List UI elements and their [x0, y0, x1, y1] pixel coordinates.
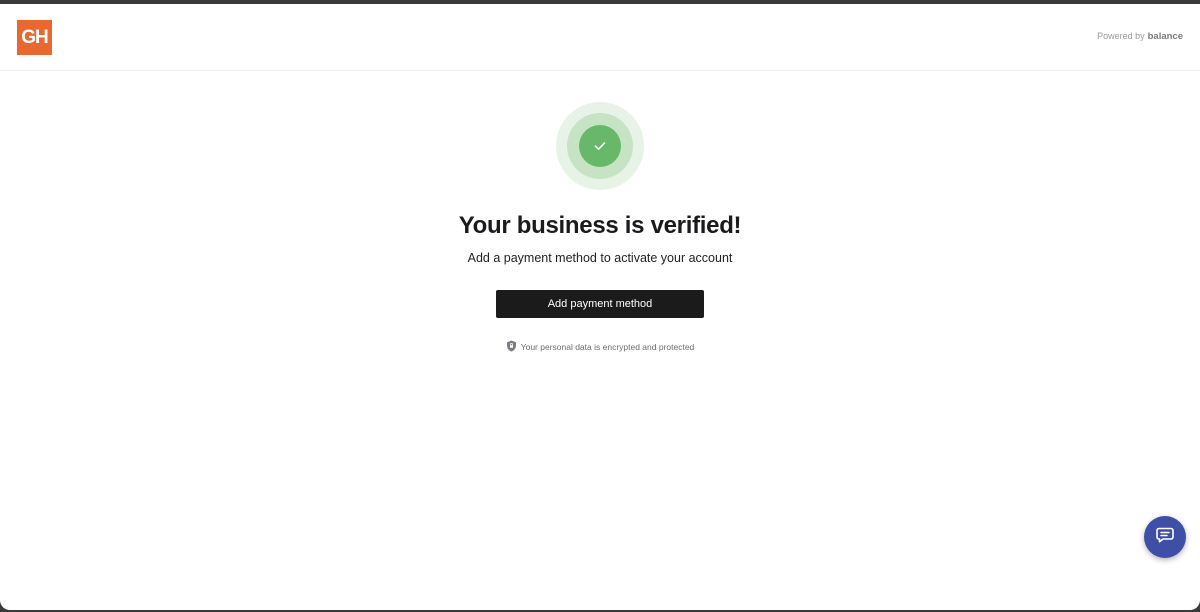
verified-badge — [556, 102, 644, 190]
powered-by-label: Powered by — [1097, 31, 1145, 41]
check-icon — [579, 125, 621, 167]
chat-icon — [1156, 527, 1174, 548]
security-note-text: Your personal data is encrypted and prot… — [520, 342, 695, 352]
page-title: Your business is verified! — [458, 212, 742, 239]
chat-button[interactable] — [1144, 516, 1186, 558]
app-window: GH Powered by balance Your business is v… — [0, 4, 1200, 610]
security-note: Your personal data is encrypted and prot… — [0, 340, 1200, 354]
logo: GH — [17, 20, 52, 55]
powered-by-brand: balance — [1147, 31, 1183, 42]
logo-text: GH — [21, 26, 48, 48]
powered-by: Powered by balance — [1097, 31, 1183, 42]
page-subtitle: Add a payment method to activate your ac… — [467, 251, 733, 265]
add-payment-method-button[interactable]: Add payment method — [496, 290, 704, 318]
header: GH Powered by balance — [0, 4, 1200, 71]
shield-icon — [506, 340, 517, 354]
